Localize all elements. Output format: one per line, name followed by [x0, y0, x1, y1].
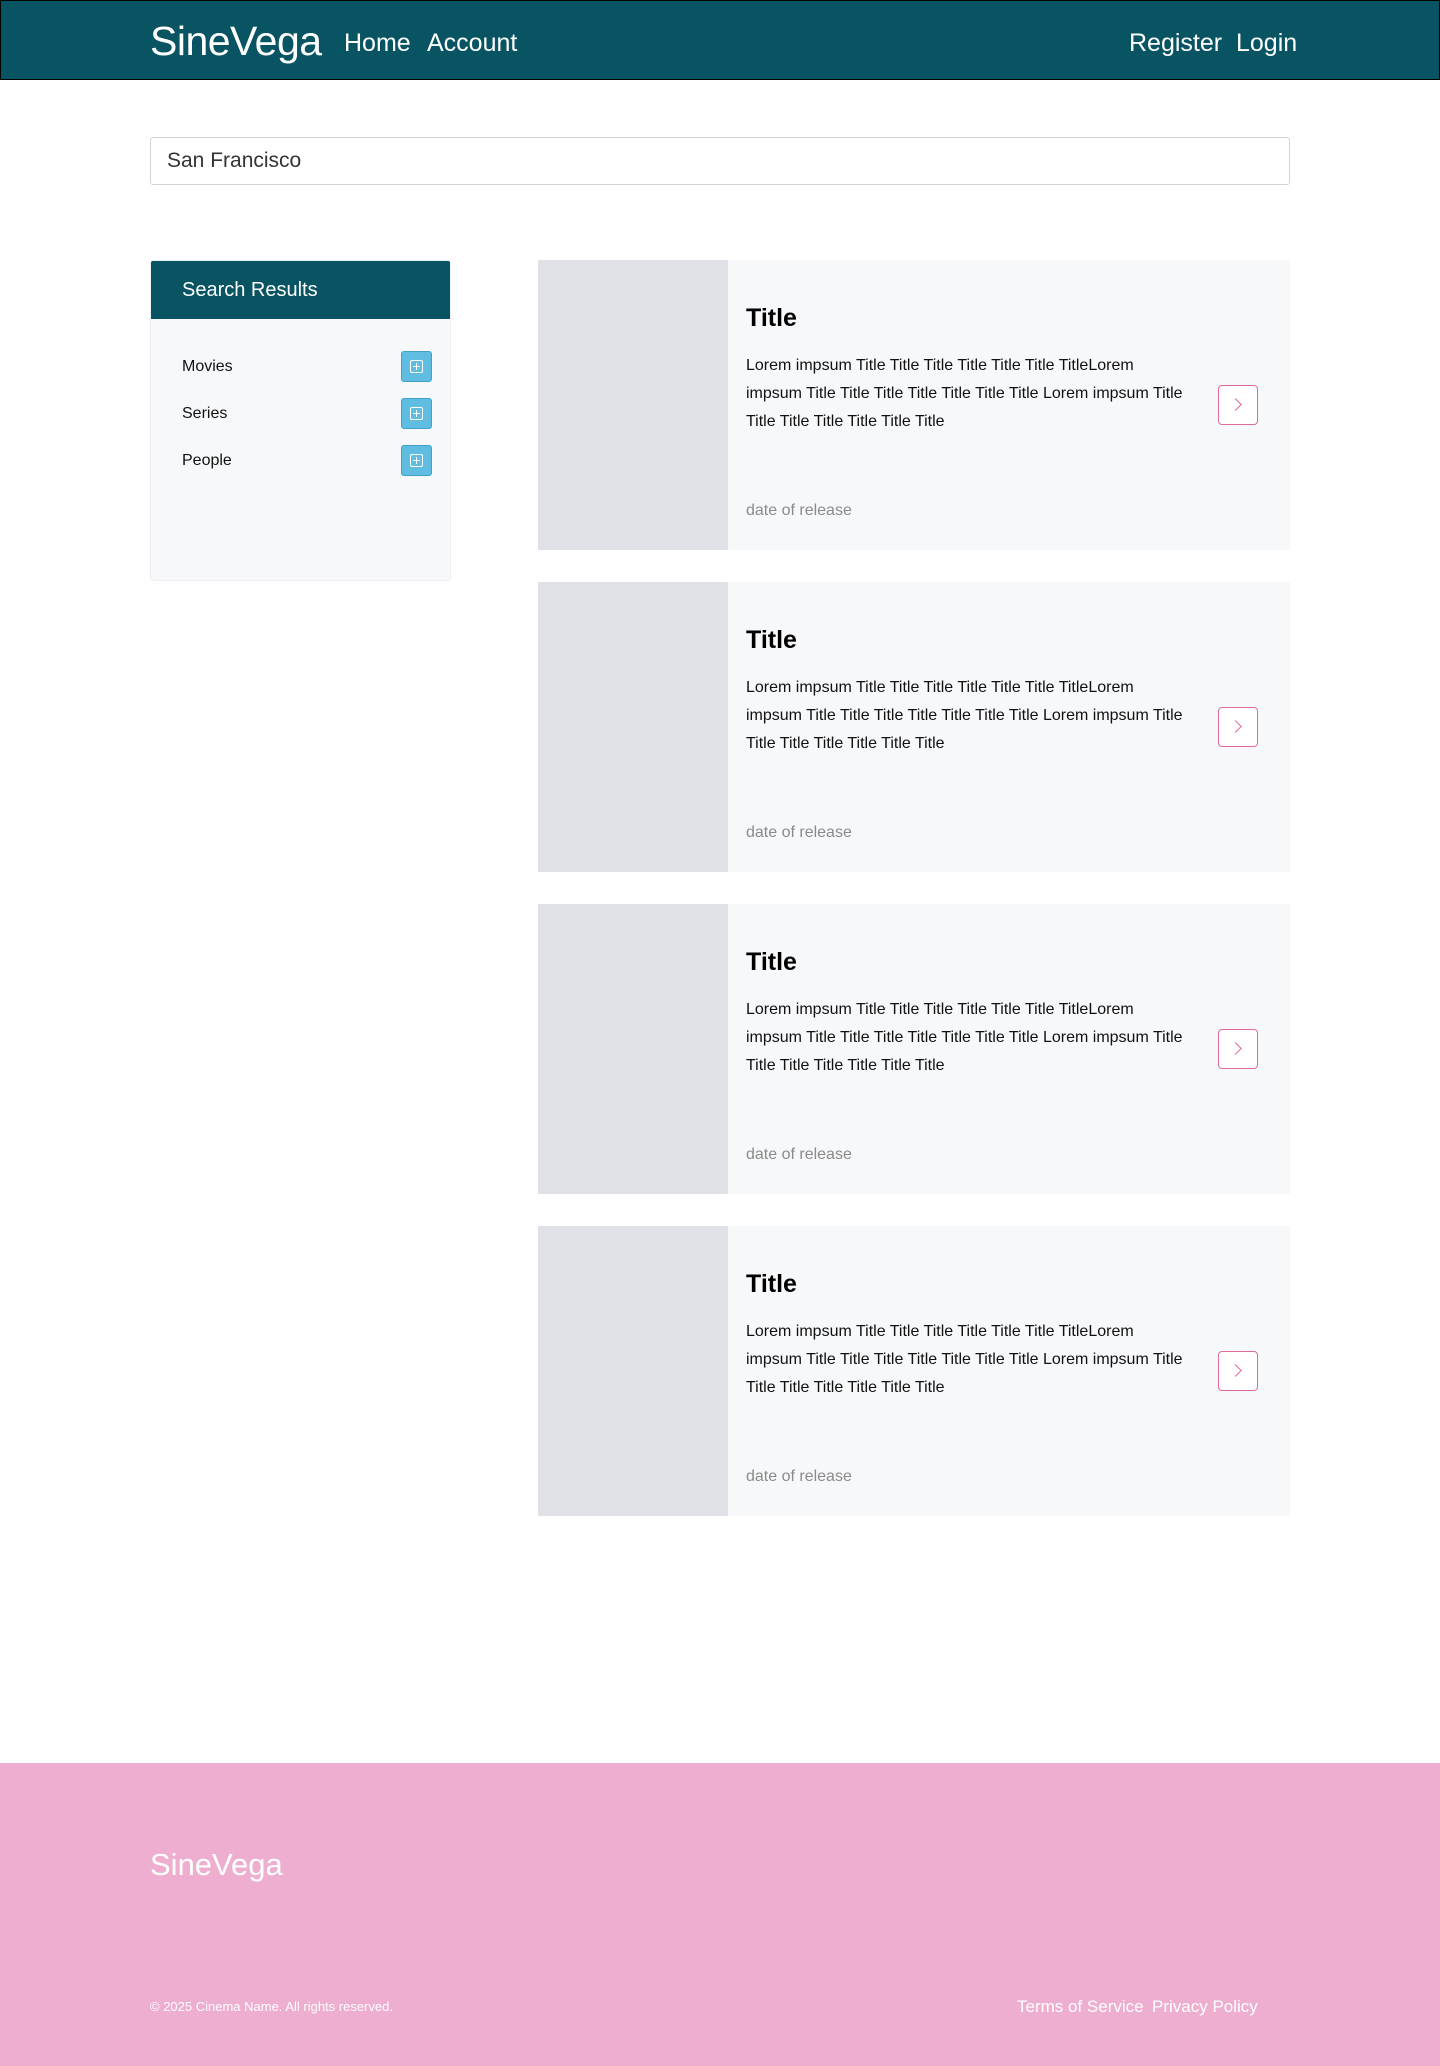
result-card: Title Lorem impsum Title Title Title Tit… — [538, 260, 1290, 550]
card-description: Lorem impsum Title Title Title Title Tit… — [746, 679, 1183, 752]
open-result-button[interactable] — [1218, 707, 1258, 747]
sidebar-title: Search Results — [182, 279, 318, 301]
card-description: Lorem impsum Title Title Title Title Tit… — [746, 357, 1183, 430]
plus-square-icon — [410, 360, 423, 373]
login-link[interactable]: Login — [1236, 26, 1297, 60]
add-series-button[interactable] — [401, 398, 432, 429]
footer-brand: SineVega — [150, 1847, 283, 1882]
filter-row-series: Series — [151, 398, 450, 430]
chevron-right-icon — [1229, 1364, 1242, 1377]
poster-placeholder — [538, 904, 728, 1194]
card-title: Title — [746, 626, 797, 654]
card-title: Title — [746, 1270, 797, 1298]
terms-of-service-link[interactable]: Terms of Service — [1017, 1996, 1144, 2018]
copyright-text: © 2025 Cinema Name. All rights reserved. — [150, 1999, 393, 2014]
result-card: Title Lorem impsum Title Title Title Tit… — [538, 1226, 1290, 1516]
chevron-right-icon — [1229, 398, 1242, 411]
release-date: date of release — [746, 1146, 852, 1163]
filter-label-movies: Movies — [182, 358, 233, 375]
search-input[interactable] — [150, 137, 1290, 185]
add-movies-button[interactable] — [401, 351, 432, 382]
add-people-button[interactable] — [401, 445, 432, 476]
privacy-policy-link[interactable]: Privacy Policy — [1152, 1996, 1258, 2018]
result-card: Title Lorem impsum Title Title Title Tit… — [538, 904, 1290, 1194]
filter-label-people: People — [182, 452, 232, 469]
poster-placeholder — [538, 582, 728, 872]
card-title: Title — [746, 948, 797, 976]
release-date: date of release — [746, 1468, 852, 1485]
filter-row-people: People — [151, 445, 450, 477]
open-result-button[interactable] — [1218, 1351, 1258, 1391]
release-date: date of release — [746, 824, 852, 841]
chevron-right-icon — [1229, 720, 1242, 733]
card-title: Title — [746, 304, 797, 332]
card-description: Lorem impsum Title Title Title Title Tit… — [746, 1323, 1183, 1396]
card-description: Lorem impsum Title Title Title Title Tit… — [746, 1001, 1183, 1074]
poster-placeholder — [538, 260, 728, 550]
nav-link-account[interactable]: Account — [427, 26, 517, 60]
sidebar-header: Search Results — [151, 261, 450, 319]
page-footer: SineVega © 2025 Cinema Name. All rights … — [0, 1763, 1440, 2066]
plus-square-icon — [410, 407, 423, 420]
brand-logo-link[interactable]: SineVega — [150, 16, 322, 66]
nav-link-home[interactable]: Home — [344, 26, 411, 60]
filter-row-movies: Movies — [151, 351, 450, 383]
open-result-button[interactable] — [1218, 1029, 1258, 1069]
top-navbar: SineVega Home Account Register Login — [0, 0, 1440, 80]
register-link[interactable]: Register — [1129, 26, 1222, 60]
release-date: date of release — [746, 502, 852, 519]
filter-label-series: Series — [182, 405, 228, 422]
poster-placeholder — [538, 1226, 728, 1516]
plus-square-icon — [410, 454, 423, 467]
result-card: Title Lorem impsum Title Title Title Tit… — [538, 582, 1290, 872]
open-result-button[interactable] — [1218, 385, 1258, 425]
chevron-right-icon — [1229, 1042, 1242, 1055]
search-results-sidebar: Search Results Movies Series People — [150, 260, 451, 581]
